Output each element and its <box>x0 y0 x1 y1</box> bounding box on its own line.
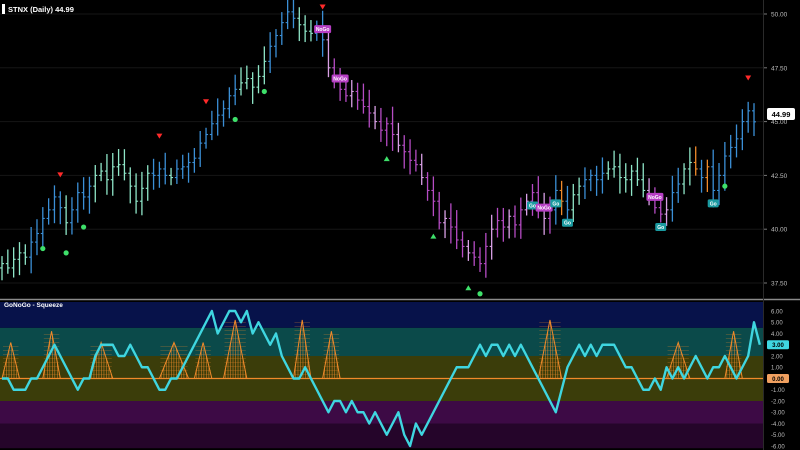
nogo-badge: NoGo <box>331 74 349 83</box>
indicator-panel: 6.00 5.00 4.00 3.00 2.00 1.00 0.00 -1.00 -2.00 -3… <box>0 302 789 450</box>
last-price-label: 44.99 <box>772 110 791 119</box>
go-dot-marker <box>63 250 69 256</box>
badge-label: Go <box>529 204 536 210</box>
indicator-tick-label: -1.00 <box>771 388 785 394</box>
badge-label: Go <box>710 201 717 207</box>
indicator-tick-label: -5.00 <box>771 433 785 439</box>
indicator-tick-label: -3.00 <box>771 411 785 417</box>
price-tick-label: 40.00 <box>771 227 788 234</box>
indicator-band <box>0 302 763 328</box>
indicator-tick-label: 4.00 <box>771 332 783 338</box>
indicator-tick-label: -4.00 <box>771 422 785 428</box>
indicator-title: GoNoGo - Squeeze <box>4 302 63 309</box>
indicator-band <box>0 327 763 356</box>
badge-label: NoGo <box>648 195 662 201</box>
go-dot-marker <box>261 88 267 95</box>
indicator-tick-label: 2.00 <box>771 354 783 360</box>
nogo-badge: NoGo <box>646 192 664 201</box>
go-dot-marker <box>40 245 46 252</box>
go-dot-marker <box>722 183 728 189</box>
indicator-tick-label: 5.00 <box>771 321 783 327</box>
badge-label: NoGo <box>333 77 347 83</box>
zero-value-label: 0.00 <box>772 377 784 383</box>
go-badge: Go <box>707 199 719 208</box>
nogo-badge: NoGo <box>314 25 332 34</box>
price-title: STNX (Daily) 44.99 <box>8 5 74 14</box>
price-tick-label: 47.50 <box>771 65 788 72</box>
nogo-badge: NoGo <box>535 203 553 212</box>
indicator-tick-label: -2.00 <box>771 399 785 405</box>
badge-label: NoGo <box>316 27 330 33</box>
go-badge: Go <box>561 218 573 227</box>
go-dot-marker <box>81 224 87 230</box>
go-badge: Go <box>550 199 562 208</box>
highlight-value-label: 3.00 <box>772 343 784 349</box>
indicator-tick-label: 1.00 <box>771 366 783 372</box>
price-tick-label: 42.50 <box>771 173 788 180</box>
indicator-band <box>0 401 763 424</box>
price-title-marker <box>2 4 5 14</box>
go-badge: Go <box>655 223 667 232</box>
price-tick-label: 50.00 <box>771 12 788 19</box>
go-dot-marker <box>477 291 483 297</box>
badge-label: Go <box>657 225 664 231</box>
badge-label: Go <box>564 221 571 227</box>
chart-canvas: NoGoNoGoGo NoGoGoGoNoGoGoGo 50.0047.5045.… <box>0 0 800 450</box>
indicator-tick-label: -6.00 <box>771 444 785 450</box>
badge-label: Go <box>552 201 559 207</box>
price-tick-label: 37.50 <box>771 281 788 288</box>
indicator-tick-label: 6.00 <box>771 309 783 315</box>
badge-label: NoGo <box>537 206 551 212</box>
price-tick-label: 45.00 <box>771 119 788 126</box>
go-dot-marker <box>232 116 238 123</box>
